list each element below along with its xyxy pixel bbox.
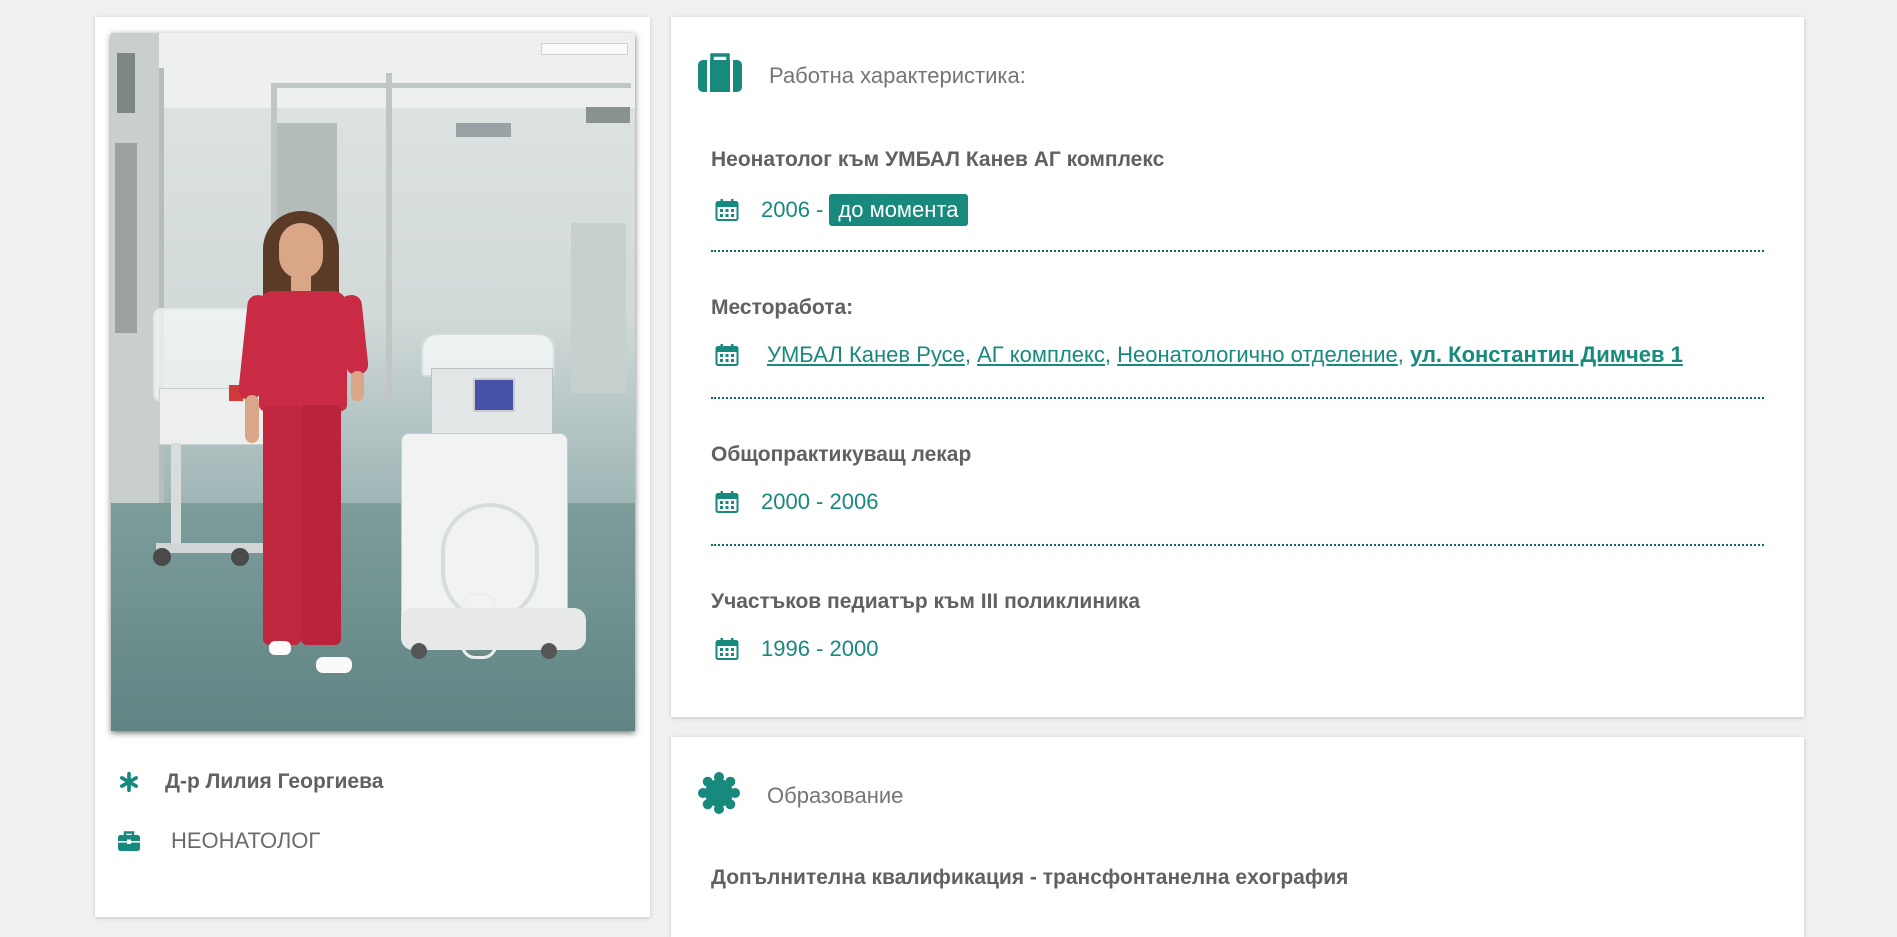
work-entry: Участъков педиатър към III поликлиника 1… [711,590,1764,662]
education-section-title: Образование [767,782,904,808]
department-complex-link[interactable]: АГ комплекс [977,342,1105,368]
briefcase-icon [115,830,143,852]
calendar-icon [715,198,739,222]
education-entry: Допълнителна квалификация - трансфонтане… [711,866,1764,890]
certificate-seal-icon [697,771,741,820]
work-entry-title: Неонатолог към УМБАЛ Канев АГ комплекс [711,148,1165,171]
doctor-name: Д-р Лилия Георгиева [165,770,384,793]
profile-card: Д-р Лилия Георгиева НЕОНАТОЛОГ [95,17,650,917]
work-entry: Неонатолог към УМБАЛ Канев АГ комплекс 2… [711,148,1764,226]
education-section-header: Образование [697,771,903,820]
doctor-specialty-row: НЕОНАТОЛОГ [115,828,320,854]
work-entry-title: Общопрактикуващ лекар [711,443,972,466]
doctor-name-row: Д-р Лилия Георгиева [115,770,383,794]
entry-divider [711,397,1764,399]
work-years: 1996 - 2000 [761,636,879,661]
calendar-icon [715,343,739,367]
education-entry-title: Допълнителна квалификация - трансфонтане… [711,866,1349,889]
calendar-icon [715,490,739,514]
workplace-label: Месторабота: [711,296,854,319]
neonatology-ward-link[interactable]: Неонатологично отделение [1117,342,1398,368]
education-card: Образование Допълнителна квалификация - … [671,737,1804,937]
work-years: 2006 - [761,197,824,222]
workplace-entry: Месторабота: УМБАЛ Канев Русе, АГ компле… [711,296,1764,368]
work-entry-title: Участъков педиатър към III поликлиника [711,590,1141,613]
work-history-card: Работна характеристика: Неонатолог към У… [671,17,1804,717]
work-section-title: Работна характеристика: [769,62,1026,88]
work-years: 2000 - 2006 [761,489,879,514]
entry-divider [711,544,1764,546]
suitcase-icon [697,53,743,98]
work-section-header: Работна характеристика: [697,53,1026,98]
work-entry-period: 1996 - 2000 [711,636,1764,662]
doctor-photo [111,33,635,731]
work-entry-period: 2006 - до момента [711,194,1764,226]
current-badge: до момента [829,194,968,226]
calendar-icon [715,637,739,661]
asterisk-icon [115,771,143,793]
hospital-link[interactable]: УМБАЛ Канев Русе [767,342,965,368]
entry-divider [711,250,1764,252]
work-entry: Общопрактикуващ лекар 2000 - 2006 [711,443,1764,515]
doctor-specialty: НЕОНАТОЛОГ [171,828,321,853]
address-link[interactable]: ул. Константин Димчев 1 [1410,342,1683,368]
workplace-links-row: УМБАЛ Канев Русе, АГ комплекс, Неонатоло… [711,342,1764,368]
work-entry-period: 2000 - 2006 [711,489,1764,515]
